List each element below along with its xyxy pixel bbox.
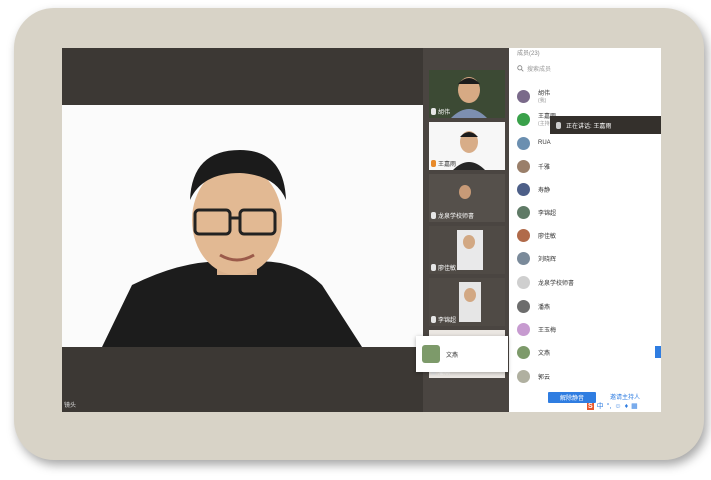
speaking-text: 正在讲话: 王嘉雨	[566, 123, 612, 130]
member-item[interactable]: 廖佳敏	[517, 225, 657, 245]
avatar	[517, 182, 530, 196]
ime-item[interactable]: °,	[607, 403, 612, 410]
participant-name: 胡伟	[438, 110, 451, 116]
member-name: 寿静	[538, 187, 551, 194]
participant-thumb[interactable]: 胡伟	[429, 70, 505, 118]
member-role: (我)	[538, 98, 547, 104]
participant-name: 李锦超	[438, 318, 457, 324]
members-title: 成员(23)	[517, 51, 540, 57]
avatar	[517, 345, 530, 359]
participant-thumb[interactable]: 李锦超	[429, 278, 505, 326]
member-name: 刘晓辉	[538, 256, 557, 263]
member-item[interactable]: 郭云	[517, 366, 657, 386]
participant-thumb[interactable]: 王嘉雨	[429, 122, 505, 170]
invite-host-link[interactable]: 邀请主持人	[610, 392, 640, 401]
member-item[interactable]: 李锦超	[517, 202, 657, 222]
avatar	[517, 275, 530, 289]
member-search[interactable]: 搜索成员	[517, 60, 653, 76]
ime-item[interactable]: 中	[597, 401, 604, 411]
main-video-area: 镜头	[62, 48, 423, 412]
avatar	[517, 205, 530, 219]
popup-name: 文燕	[446, 352, 459, 359]
ime-toolbar[interactable]: S 中 °, ☺ ♦ ▦	[587, 401, 638, 411]
member-item[interactable]: 寿静	[517, 179, 657, 199]
participant-name: 廖佳敏	[438, 266, 457, 272]
member-item[interactable]: 龙泉学校师書	[517, 272, 657, 292]
avatar	[517, 251, 530, 265]
meeting-screen: 镜头 胡伟 王嘉雨 龙泉学校师書 廖佳敏 李锦超 潘燕 成员(23) 搜索成员 …	[62, 48, 661, 412]
mic-icon	[431, 264, 436, 271]
ime-item[interactable]: ☺	[614, 403, 621, 410]
scroll-indicator[interactable]	[655, 346, 661, 358]
mic-active-icon	[431, 160, 436, 167]
participant-name: 龙泉学校师書	[438, 214, 475, 220]
member-name: 千雅	[538, 164, 551, 171]
member-name: 廖佳敏	[538, 233, 557, 240]
member-item[interactable]: 文燕	[517, 342, 657, 362]
member-item[interactable]: 千雅	[517, 156, 657, 176]
member-item[interactable]: RUA	[517, 133, 657, 153]
mic-icon	[556, 121, 561, 129]
member-popup[interactable]: 文燕	[416, 336, 508, 372]
avatar	[517, 369, 530, 383]
members-panel: 成员(23) 搜索成员 胡伟 (我) 王嘉雨 (主持人) RUA 千雅 寿静 李锦超…	[509, 48, 661, 412]
speaking-indicator: 正在讲话: 王嘉雨	[550, 116, 661, 134]
member-item[interactable]: 王玉梅	[517, 319, 657, 339]
avatar	[517, 299, 530, 313]
member-name: 郭云	[538, 374, 551, 381]
ime-item[interactable]: ▦	[631, 402, 638, 410]
participant-name: 王嘉雨	[438, 162, 457, 168]
participant-thumb[interactable]: 龙泉学校师書	[429, 174, 505, 222]
search-input[interactable]: 搜索成员	[527, 64, 551, 73]
main-video	[62, 105, 423, 347]
ime-item[interactable]: ♦	[625, 403, 629, 410]
avatar	[517, 159, 530, 173]
avatar	[517, 136, 530, 150]
member-name: 龙泉学校师書	[538, 280, 575, 287]
wechat-avatar	[517, 112, 530, 126]
avatar	[517, 322, 530, 336]
sogou-ime-icon[interactable]: S	[587, 402, 594, 410]
avatar	[422, 345, 440, 363]
speaker-video	[62, 105, 423, 347]
participant-thumb[interactable]: 廖佳敏	[429, 226, 505, 274]
member-item[interactable]: 潘燕	[517, 296, 657, 316]
member-name: 文燕	[538, 350, 551, 357]
member-name: 王玉梅	[538, 327, 557, 334]
search-icon	[517, 64, 524, 72]
member-item[interactable]: 胡伟 (我)	[517, 86, 657, 106]
member-item[interactable]: 刘晓辉	[517, 248, 657, 268]
member-name: 李锦超	[538, 210, 557, 217]
avatar	[517, 228, 530, 242]
mic-icon	[431, 212, 436, 219]
main-video-label: 镜头	[64, 403, 77, 409]
avatar	[517, 89, 530, 103]
member-name: RUA	[538, 140, 551, 146]
mic-icon	[431, 108, 436, 115]
member-name: 潘燕	[538, 304, 551, 311]
mic-icon	[431, 316, 436, 323]
